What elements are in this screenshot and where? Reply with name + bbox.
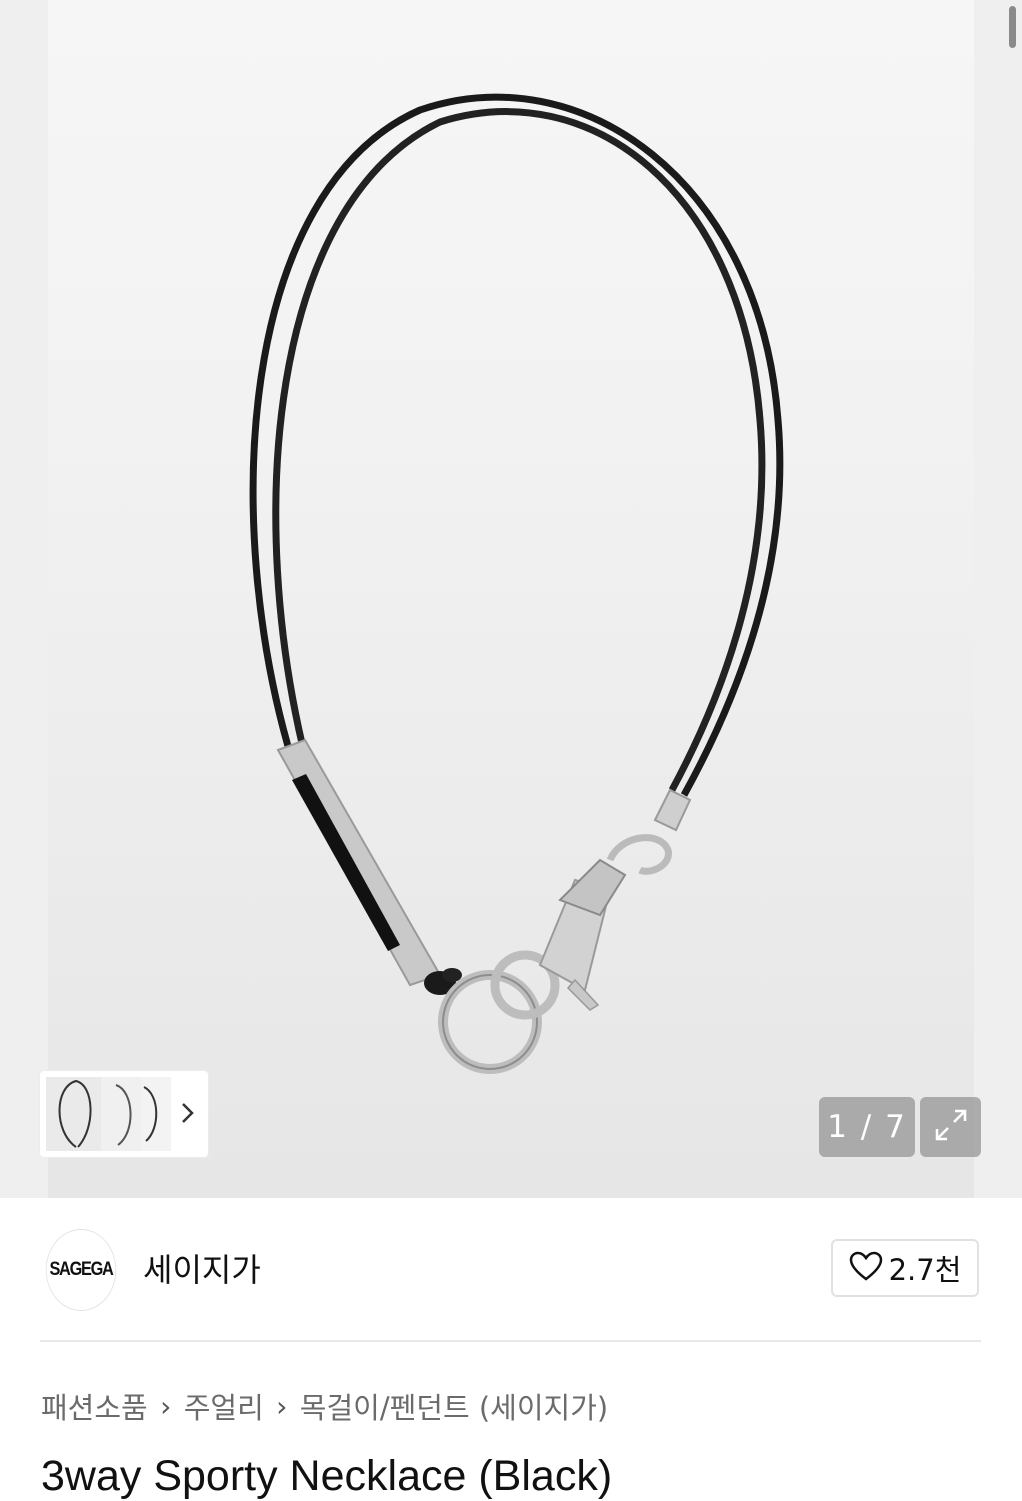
brand-logo[interactable]: SAGEGA xyxy=(45,1229,117,1311)
chevron-right-icon[interactable] xyxy=(178,1098,198,1128)
breadcrumb-item-category[interactable]: 패션소품 xyxy=(41,1385,148,1427)
product-image[interactable] xyxy=(48,0,974,1198)
divider xyxy=(40,1340,981,1342)
thumbnail-images[interactable] xyxy=(46,1077,176,1151)
product-image-gallery[interactable]: 1 / 7 xyxy=(0,0,1022,1198)
expand-arrows-icon xyxy=(931,1105,971,1149)
brand-name[interactable]: 세이지가 xyxy=(143,1245,261,1291)
gallery-side-band-left xyxy=(0,0,48,1198)
like-button[interactable]: 2.7천 xyxy=(831,1239,979,1297)
breadcrumb-item-subcategory[interactable]: 주얼리 xyxy=(184,1385,264,1427)
like-count: 2.7천 xyxy=(888,1253,962,1287)
scrollbar-thumb[interactable] xyxy=(1009,6,1016,48)
breadcrumb: 패션소품 › 주얼리 › 목걸이/펜던트 (세이지가) xyxy=(41,1386,608,1426)
heart-outline-icon xyxy=(849,1251,883,1285)
image-counter: 1 / 7 xyxy=(819,1097,915,1157)
gallery-side-band-right xyxy=(974,0,1022,1198)
expand-button[interactable] xyxy=(920,1097,981,1157)
product-title: 3way Sporty Necklace (Black) xyxy=(41,1452,613,1500)
chevron-right-icon: › xyxy=(160,1389,172,1423)
chevron-right-icon: › xyxy=(276,1389,288,1423)
brand-logo-text: SAGEGA xyxy=(49,1259,113,1280)
breadcrumb-item-leaf[interactable]: 목걸이/펜던트 (세이지가) xyxy=(300,1385,608,1427)
